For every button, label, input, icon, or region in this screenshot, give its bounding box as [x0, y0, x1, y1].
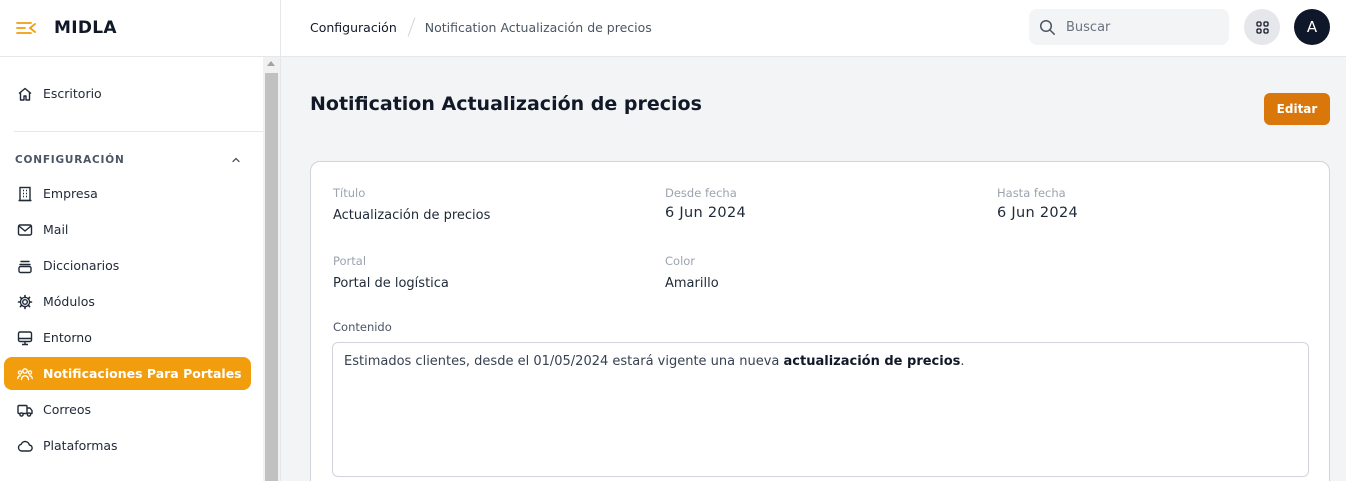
content-text-box: Estimados clientes, desde el 01/05/2024 … [332, 342, 1309, 477]
field-portal: Portal Portal de logística [333, 254, 449, 291]
field-label: Portal [333, 254, 367, 268]
brand-name: MIDLA [54, 18, 117, 38]
sidebar-scrollbar[interactable] [263, 57, 280, 481]
breadcrumb: Configuración Notification Actualización… [310, 0, 652, 54]
cloud-icon [17, 440, 33, 452]
menu-collapse-icon[interactable] [16, 21, 36, 35]
page-title: Notification Actualización de precios [310, 93, 702, 115]
field-color: Color Amarillo [665, 254, 719, 291]
content-text-end: . [960, 354, 965, 369]
search-input[interactable] [1066, 19, 1206, 35]
brand: MIDLA [0, 0, 280, 57]
scroll-up-arrow-icon[interactable] [267, 61, 275, 66]
home-icon [18, 87, 32, 101]
stack-icon [18, 260, 32, 273]
field-titulo: Título Actualización de precios [333, 186, 490, 223]
sidebar-item-label: Diccionarios [43, 258, 120, 273]
field-desde-fecha: Desde fecha 6 Jun 2024 [665, 186, 746, 221]
mail-icon [17, 223, 33, 236]
avatar[interactable]: A [1294, 9, 1330, 45]
monitor-icon [17, 330, 33, 345]
field-label: Desde fecha [665, 186, 737, 200]
sidebar-item-label: Notificaciones Para Portales [43, 366, 242, 381]
field-value: Portal de logística [333, 276, 449, 291]
sidebar-item-mail[interactable]: Mail [4, 213, 251, 246]
field-hasta-fecha: Hasta fecha 6 Jun 2024 [997, 186, 1078, 221]
sidebar-item-label: Correos [43, 402, 92, 417]
search-box[interactable] [1029, 9, 1229, 45]
truck-icon [17, 404, 33, 417]
field-value: Actualización de precios [333, 208, 491, 223]
users-icon [17, 367, 33, 380]
sidebar-item-label: Entorno [43, 330, 92, 345]
sidebar: MIDLA Escritorio CONFIGURACIÓN Empresa M… [0, 0, 281, 481]
field-label: Hasta fecha [997, 186, 1066, 200]
sidebar-item-label: Empresa [43, 186, 98, 201]
notification-details-card: Título Actualización de precios Desde fe… [310, 161, 1330, 481]
apps-button[interactable] [1244, 9, 1280, 45]
sidebar-item-modulos[interactable]: Módulos [4, 285, 251, 318]
content-text-bold: actualización de precios [783, 354, 961, 369]
search-icon [1039, 19, 1055, 35]
sidebar-item-entorno[interactable]: Entorno [4, 321, 251, 354]
field-value: 6 Jun 2024 [997, 205, 1079, 221]
content-label: Contenido [333, 320, 392, 334]
building-icon [18, 186, 32, 201]
edit-button[interactable]: Editar [1264, 93, 1330, 125]
sidebar-nav: Escritorio CONFIGURACIÓN Empresa Mail Di… [0, 57, 263, 481]
breadcrumb-separator [407, 17, 416, 37]
sidebar-item-correos[interactable]: Correos [4, 393, 251, 426]
sidebar-item-notificaciones[interactable]: Notificaciones Para Portales [4, 357, 251, 390]
sidebar-item-label: Escritorio [43, 86, 102, 101]
sidebar-item-label: Módulos [43, 294, 95, 309]
field-label: Título [333, 186, 366, 200]
scrollbar-thumb[interactable] [265, 73, 278, 481]
field-value: 6 Jun 2024 [665, 205, 747, 221]
section-title: CONFIGURACIÓN [15, 154, 125, 166]
breadcrumb-item-current: Notification Actualización de precios [424, 19, 652, 35]
sidebar-item-plataformas[interactable]: Plataformas [4, 429, 251, 462]
sidebar-item-empresa[interactable]: Empresa [4, 177, 251, 210]
apps-grid-icon [1255, 20, 1269, 34]
chevron-up-icon [232, 157, 240, 163]
sidebar-item-label: Plataformas [43, 438, 118, 453]
gear-icon [17, 294, 33, 309]
field-label: Color [665, 254, 696, 268]
sidebar-item-diccionarios[interactable]: Diccionarios [4, 249, 251, 282]
section-configuracion[interactable]: CONFIGURACIÓN [15, 149, 241, 171]
content-text: Estimados clientes, desde el 01/05/2024 … [344, 354, 784, 369]
breadcrumb-item-configuracion[interactable]: Configuración [310, 20, 397, 35]
field-value: Amarillo [665, 276, 719, 291]
sidebar-divider [14, 131, 263, 132]
sidebar-item-escritorio[interactable]: Escritorio [4, 77, 251, 110]
topbar: Configuración Notification Actualización… [281, 0, 1346, 57]
sidebar-item-label: Mail [43, 222, 69, 237]
